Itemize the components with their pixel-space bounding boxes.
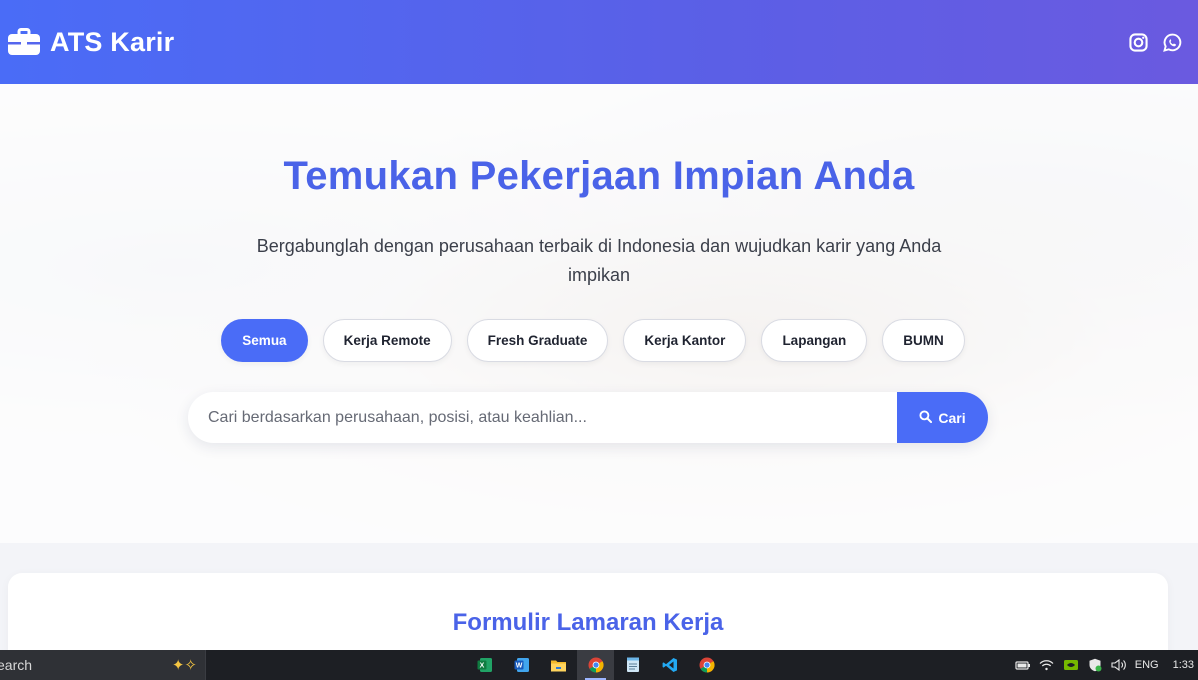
sparkle-icon: ✦✧ — [171, 657, 197, 674]
hero-title: Temukan Pekerjaan Impian Anda — [283, 154, 915, 198]
briefcase-icon — [8, 28, 40, 56]
filter-chip-kerja-kantor[interactable]: Kerja Kantor — [623, 319, 747, 362]
hero-section: Temukan Pekerjaan Impian Anda Bergabungl… — [0, 84, 1198, 543]
taskbar-search-text: earch — [0, 657, 33, 673]
chrome-icon[interactable] — [688, 650, 725, 680]
notepad-icon[interactable] — [614, 650, 651, 680]
svg-text:X: X — [479, 663, 484, 670]
language-indicator[interactable]: ENG — [1135, 659, 1159, 671]
whatsapp-icon[interactable] — [1162, 32, 1182, 52]
hero-subtitle: Bergabunglah dengan perusahaan terbaik d… — [256, 236, 942, 285]
search-button[interactable]: Cari — [897, 392, 988, 443]
system-tray: ENG 1:33 — [1015, 650, 1198, 680]
volume-icon[interactable] — [1111, 658, 1127, 672]
nvidia-icon[interactable] — [1063, 658, 1079, 672]
taskbar-search-box[interactable]: earch ✦✧ — [0, 650, 206, 680]
file-explorer-icon[interactable] — [540, 650, 577, 680]
brand[interactable]: ATS Karir — [8, 27, 174, 58]
os-taskbar: earch ✦✧ X W ENG 1:33 — [0, 650, 1198, 680]
battery-icon[interactable] — [1015, 658, 1031, 672]
filter-chip-bumn[interactable]: BUMN — [882, 319, 965, 362]
excel-icon[interactable]: X — [466, 650, 503, 680]
job-type-filters: Semua Kerja Remote Fresh Graduate Kerja … — [0, 319, 1198, 362]
svg-text:W: W — [515, 663, 522, 670]
security-shield-icon[interactable] — [1087, 658, 1103, 672]
instagram-icon[interactable] — [1128, 32, 1148, 52]
wifi-icon[interactable] — [1039, 658, 1055, 672]
job-search-input[interactable] — [188, 392, 897, 443]
filter-chip-fresh-graduate[interactable]: Fresh Graduate — [466, 319, 609, 362]
taskbar-pinned-apps: X W — [466, 650, 725, 680]
vscode-icon[interactable] — [651, 650, 688, 680]
filter-chip-kerja-remote[interactable]: Kerja Remote — [322, 319, 452, 362]
filter-chip-lapangan[interactable]: Lapangan — [761, 319, 868, 362]
word-icon[interactable]: W — [503, 650, 540, 680]
form-title: Formulir Lamaran Kerja — [452, 609, 724, 636]
brand-name: ATS Karir — [50, 26, 175, 57]
search-button-label: Cari — [938, 409, 966, 426]
clock[interactable]: 1:33 — [1173, 659, 1194, 671]
social-links — [1128, 32, 1182, 52]
chrome-icon[interactable] — [577, 650, 614, 680]
job-search-bar: Cari — [188, 392, 988, 443]
top-navbar: ATS Karir — [0, 0, 1198, 84]
search-icon — [919, 409, 933, 426]
filter-chip-semua[interactable]: Semua — [221, 319, 308, 362]
